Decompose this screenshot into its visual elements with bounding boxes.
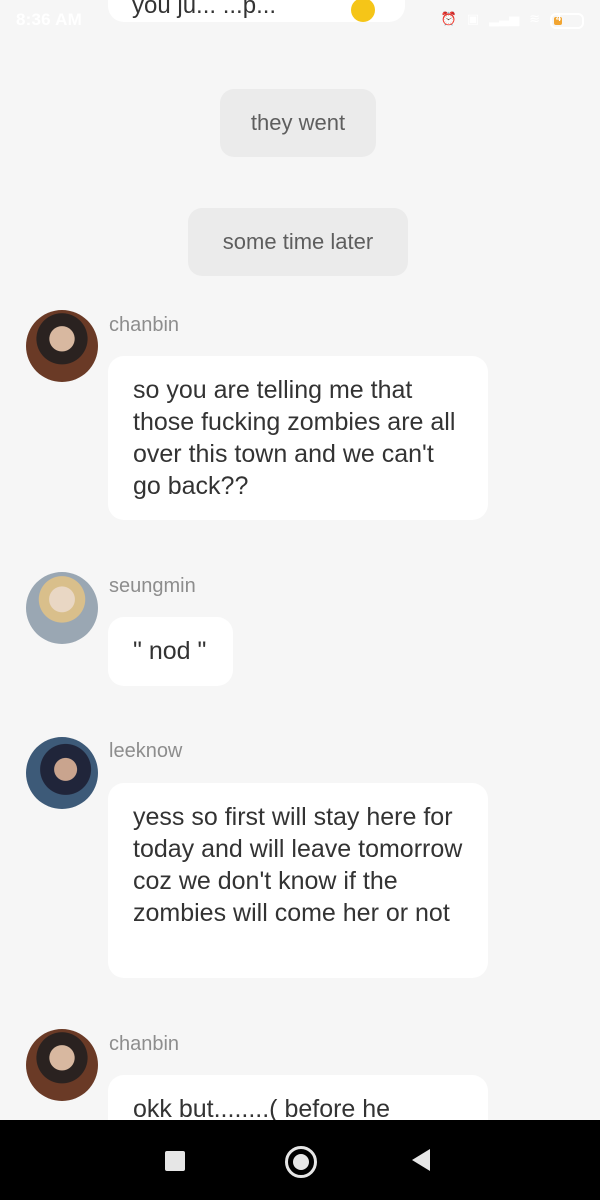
- avatar[interactable]: [26, 572, 98, 644]
- chat-screen: you ju... ...p... 8:36 AM ⏰ ▣ ▂▃▅ ≋ 4 th…: [0, 0, 600, 1200]
- avatar[interactable]: [26, 737, 98, 809]
- navigation-bar: [0, 1120, 600, 1200]
- narration-pill: they went: [220, 89, 376, 157]
- sender-name: chanbin: [109, 314, 180, 336]
- message-bubble: yess so first will stay here for today a…: [108, 783, 488, 978]
- wifi-icon: ≋: [529, 11, 540, 26]
- message-bubble: " nod ": [108, 617, 233, 686]
- signal-icon: ▂▃▅: [489, 11, 520, 26]
- back-triangle-icon[interactable]: [412, 1149, 430, 1171]
- recents-square-icon[interactable]: [165, 1151, 185, 1171]
- status-time: 8:36 AM: [16, 10, 82, 29]
- sender-name: chanbin: [109, 1033, 180, 1055]
- battery-level: 4: [556, 12, 562, 23]
- home-circle-icon[interactable]: [285, 1146, 317, 1178]
- alarm-icon: ⏰: [440, 11, 457, 26]
- battery-icon: 4: [550, 12, 584, 29]
- status-icons: ⏰ ▣ ▂▃▅ ≋ 4: [441, 8, 584, 30]
- narration-pill: some time later: [188, 208, 408, 276]
- sender-name: leeknow: [109, 740, 183, 762]
- avatar[interactable]: [26, 310, 98, 382]
- message-bubble: so you are telling me that those fucking…: [108, 356, 488, 520]
- sender-name: seungmin: [109, 575, 196, 597]
- avatar[interactable]: [26, 1029, 98, 1101]
- status-bar: 8:36 AM ⏰ ▣ ▂▃▅ ≋ 4: [0, 0, 600, 40]
- screenshot-icon: ▣: [466, 11, 480, 26]
